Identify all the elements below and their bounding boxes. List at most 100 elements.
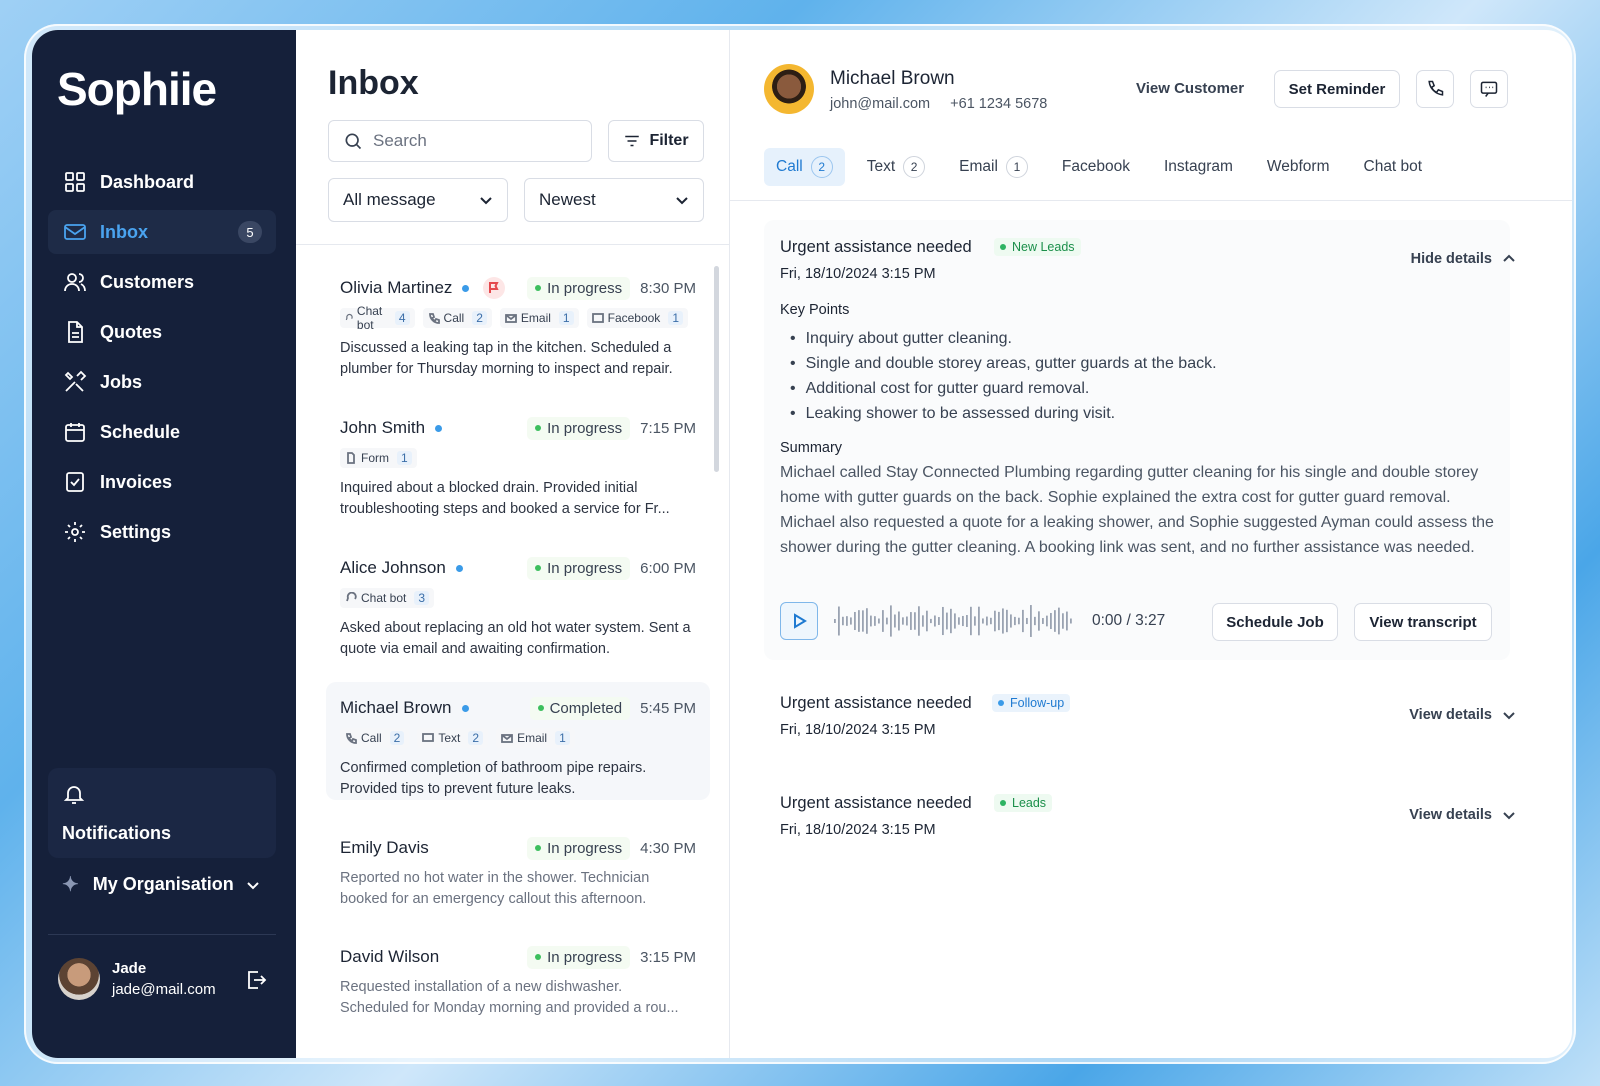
tab-call[interactable]: Call 2 xyxy=(764,148,845,186)
channel-chip-email: Email 1 xyxy=(499,308,579,328)
message-button[interactable] xyxy=(1470,70,1508,108)
sidebar-item-settings[interactable]: Settings xyxy=(48,510,276,554)
organisation-switcher[interactable]: ✦ My Organisation xyxy=(62,872,260,897)
tab-text[interactable]: Text 2 xyxy=(855,148,937,186)
unread-dot xyxy=(462,284,470,292)
list-item[interactable]: John Smith In progress 7:15 PM Form 1 Inq… xyxy=(326,402,710,520)
list-scrollbar[interactable] xyxy=(714,266,719,472)
channel-chip-call: Call 2 xyxy=(422,308,492,328)
sidebar: Sophiie Dashboard Inbox 5 Customers Quot… xyxy=(32,30,296,1058)
email-icon xyxy=(505,314,517,323)
conversation-title: Urgent assistance needed xyxy=(780,694,972,712)
channel-chip-chat-bot: Chat bot 4 xyxy=(340,304,415,332)
notifications-button[interactable]: Notifications xyxy=(48,768,276,858)
tab-webform[interactable]: Webform xyxy=(1255,148,1342,186)
quotes-icon xyxy=(62,319,88,345)
sidebar-item-inbox[interactable]: Inbox 5 xyxy=(48,210,276,254)
tab-email[interactable]: Email 1 xyxy=(947,148,1040,186)
contact-name: Michael Brown xyxy=(340,698,452,717)
customers-icon xyxy=(62,269,88,295)
list-item-selected[interactable]: Michael Brown Completed 5:45 PM Call 2 Te… xyxy=(326,682,710,800)
divider xyxy=(296,244,730,245)
tab-chat-bot[interactable]: Chat bot xyxy=(1352,148,1435,186)
message-type-select[interactable]: All message xyxy=(328,178,508,222)
view-details-toggle[interactable]: View details xyxy=(1409,807,1516,823)
inbox-panel: Inbox Search Filter All message Newest O… xyxy=(296,30,730,1058)
sidebar-item-quotes[interactable]: Quotes xyxy=(48,310,276,354)
play-button[interactable] xyxy=(780,602,818,640)
view-transcript-button[interactable]: View transcript xyxy=(1354,603,1492,641)
customer-email: john@mail.com xyxy=(830,96,931,112)
channel-tabs: Call 2 Text 2 Email 1 Facebook Instagram We… xyxy=(764,148,1444,186)
message-preview: Inquired about a blocked drain. Provided… xyxy=(340,480,670,517)
form-icon xyxy=(347,452,355,464)
sparkle-icon: ✦ xyxy=(62,874,79,896)
status-badge: Completed xyxy=(529,696,631,720)
unread-dot xyxy=(455,564,463,572)
message-preview: Reported no hot water in the shower. Tec… xyxy=(340,870,650,907)
message-preview: Discussed a leaking tap in the kitchen. … xyxy=(340,340,673,377)
sidebar-item-label: Quotes xyxy=(100,321,163,342)
sidebar-item-invoices[interactable]: Invoices xyxy=(48,460,276,504)
channel-chip-chat-bot: Chat bot 3 xyxy=(340,588,435,608)
sidebar-item-customers[interactable]: Customers xyxy=(48,260,276,304)
tab-facebook[interactable]: Facebook xyxy=(1050,148,1142,186)
sidebar-item-dashboard[interactable]: Dashboard xyxy=(48,160,276,204)
view-customer-link[interactable]: View Customer xyxy=(1136,80,1244,97)
sidebar-item-label: Inbox xyxy=(100,221,148,242)
call-button[interactable] xyxy=(1416,70,1454,108)
filter-icon xyxy=(625,135,640,147)
organisation-label: My Organisation xyxy=(92,874,234,894)
tab-instagram[interactable]: Instagram xyxy=(1152,148,1245,186)
list-item[interactable]: Olivia Martinez In progress 8:30 PM Chat… xyxy=(326,262,710,380)
sort-select[interactable]: Newest xyxy=(524,178,704,222)
search-input[interactable]: Search xyxy=(328,120,592,162)
sidebar-item-schedule[interactable]: Schedule xyxy=(48,410,276,454)
user-profile[interactable]: Jade jade@mail.com xyxy=(58,958,216,1000)
message-preview: Requested installation of a new dishwash… xyxy=(340,979,679,1016)
status-badge: In progress xyxy=(527,945,631,969)
conversation-detail: Michael Brown john@mail.com +61 1234 567… xyxy=(730,30,1572,1058)
sidebar-item-label: Customers xyxy=(100,271,195,292)
logout-icon[interactable] xyxy=(244,968,268,992)
list-item[interactable]: David Wilson In progress 3:15 PM Request… xyxy=(326,931,710,1019)
sidebar-item-label: Invoices xyxy=(100,471,173,492)
sidebar-item-jobs[interactable]: Jobs xyxy=(48,360,276,404)
notifications-label: Notifications xyxy=(62,823,172,843)
key-point: Single and double storey areas, gutter g… xyxy=(790,351,1217,376)
phone-icon xyxy=(428,313,440,324)
key-points-label: Key Points xyxy=(780,302,850,318)
hide-details-toggle[interactable]: Hide details xyxy=(1411,251,1516,267)
chevron-down-icon xyxy=(1503,712,1515,720)
message-time: 7:15 PM xyxy=(640,419,696,437)
list-item[interactable]: Emily Davis In progress 4:30 PM Reported… xyxy=(326,822,710,910)
customer-avatar xyxy=(764,64,814,114)
contact-name: Emily Davis xyxy=(340,838,429,857)
channel-chip-call: Call 2 xyxy=(340,728,410,748)
lead-tag: New Leads xyxy=(994,238,1081,256)
audio-waveform[interactable] xyxy=(834,604,1076,638)
tab-count: 2 xyxy=(810,156,833,178)
message-preview: Confirmed completion of bathroom pipe re… xyxy=(340,760,647,797)
sidebar-item-label: Dashboard xyxy=(100,171,195,192)
list-item[interactable]: Alice Johnson In progress 6:00 PM Chat b… xyxy=(326,542,710,660)
contact-name: Olivia Martinez xyxy=(340,278,453,297)
dashboard-icon xyxy=(62,169,88,195)
divider xyxy=(730,200,1572,201)
text-icon xyxy=(422,733,435,742)
settings-icon xyxy=(62,519,88,545)
flag-icon[interactable] xyxy=(483,277,506,299)
message-icon xyxy=(1480,81,1498,97)
message-time: 8:30 PM xyxy=(640,279,696,297)
key-points-list: Inquiry about gutter cleaning. Single an… xyxy=(790,326,1217,426)
set-reminder-button[interactable]: Set Reminder xyxy=(1274,70,1400,108)
conversation-date: Fri, 18/10/2024 3:15 PM xyxy=(780,722,936,738)
status-badge: In progress xyxy=(527,276,631,300)
filter-button[interactable]: Filter xyxy=(608,120,704,162)
view-details-toggle[interactable]: View details xyxy=(1409,707,1516,723)
summary-label: Summary xyxy=(780,440,843,456)
tab-count: 2 xyxy=(903,156,926,178)
key-point: Leaking shower to be assessed during vis… xyxy=(790,401,1217,426)
avatar xyxy=(58,958,100,1000)
schedule-job-button[interactable]: Schedule Job xyxy=(1212,603,1338,641)
